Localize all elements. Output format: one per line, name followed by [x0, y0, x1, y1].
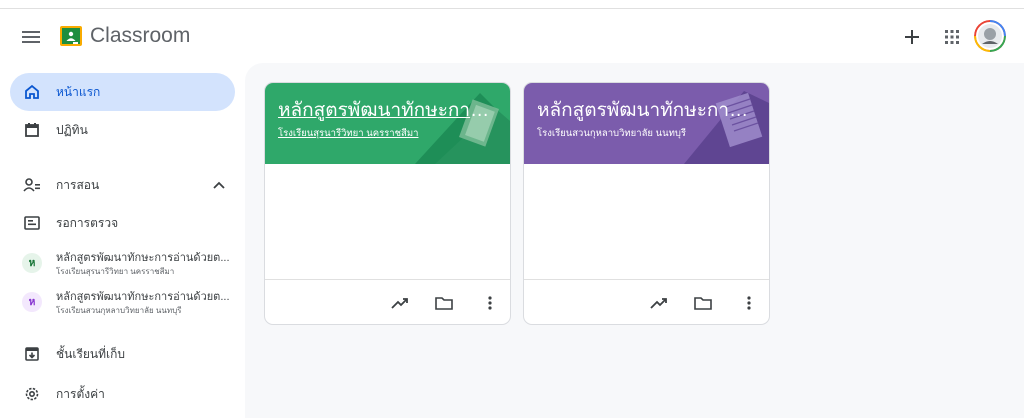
- class-initial-badge: ห: [22, 253, 42, 273]
- chevron-up-icon[interactable]: [211, 177, 227, 193]
- card-banner[interactable]: หลักสูตรพัฒนาทักษะการอ่... โรงเรียนสวนกุ…: [524, 83, 769, 164]
- open-folder-button[interactable]: [690, 290, 716, 316]
- menu-icon: [22, 31, 40, 43]
- class-initial-badge: ห: [22, 292, 42, 312]
- card-title[interactable]: หลักสูตรพัฒนาทักษะการอ่...: [278, 95, 498, 125]
- main-menu-button[interactable]: [18, 24, 44, 50]
- sidebar-item-calendar[interactable]: ปฏิทิน: [10, 111, 235, 149]
- sidebar: หน้าแรก ปฏิทิน การสอน รอการตรวจ ห หลักสู…: [0, 63, 245, 418]
- account-avatar[interactable]: [974, 20, 1006, 52]
- sidebar-item-label: ปฏิทิน: [56, 122, 88, 137]
- class-name: หลักสูตรพัฒนาทักษะการอ่านด้วยต...: [56, 252, 230, 264]
- open-progress-button[interactable]: [387, 290, 413, 316]
- sidebar-item-label: รอการตรวจ: [56, 215, 119, 230]
- card-divider: [265, 279, 510, 280]
- sidebar-class-item[interactable]: ห หลักสูตรพัฒนาทักษะการอ่านด้วยต... โรงเ…: [10, 282, 235, 322]
- class-school: โรงเรียนสุรนารีวิทยา นครราชสีมา: [56, 267, 175, 276]
- sidebar-section-teaching[interactable]: การสอน: [10, 166, 235, 204]
- trending-up-icon: [650, 298, 667, 309]
- sidebar-item-label: การตั้งค่า: [56, 386, 105, 401]
- sidebar-section-label: การสอน: [56, 177, 100, 192]
- class-card[interactable]: หลักสูตรพัฒนาทักษะการอ่... โรงเรียนสวนกุ…: [523, 82, 770, 325]
- review-icon: [22, 213, 42, 233]
- class-card-grid: หลักสูตรพัฒนาทักษะการอ่... โรงเรียนสุรนา…: [245, 63, 1024, 418]
- more-vert-icon: [488, 296, 492, 310]
- card-school[interactable]: โรงเรียนสุรนารีวิทยา นครราชสีมา: [278, 126, 498, 141]
- plus-icon: [905, 30, 919, 44]
- more-vert-icon: [747, 296, 751, 310]
- gear-icon: [22, 384, 42, 404]
- card-school[interactable]: โรงเรียนสวนกุหลาบวิทยาลัย นนทบุรี: [537, 126, 757, 141]
- folder-icon: [435, 297, 453, 310]
- calendar-icon: [22, 120, 42, 140]
- sidebar-item-to-review[interactable]: รอการตรวจ: [10, 204, 235, 242]
- class-name: หลักสูตรพัฒนาทักษะการอ่านด้วยต...: [56, 291, 230, 303]
- create-join-button[interactable]: [898, 23, 926, 51]
- card-more-options-button[interactable]: [736, 290, 762, 316]
- app-title[interactable]: Classroom: [90, 24, 190, 48]
- card-title[interactable]: หลักสูตรพัฒนาทักษะการอ่...: [537, 95, 757, 125]
- home-icon: [22, 82, 42, 102]
- trending-up-icon: [391, 298, 408, 309]
- card-more-options-button[interactable]: [477, 290, 503, 316]
- sidebar-class-item[interactable]: ห หลักสูตรพัฒนาทักษะการอ่านด้วยต... โรงเ…: [10, 243, 235, 283]
- sidebar-item-home[interactable]: หน้าแรก: [10, 73, 235, 111]
- sidebar-item-settings[interactable]: การตั้งค่า: [10, 375, 235, 413]
- card-divider: [524, 279, 769, 280]
- apps-grid-icon: [945, 30, 959, 44]
- google-apps-button[interactable]: [938, 23, 966, 51]
- open-progress-button[interactable]: [646, 290, 672, 316]
- card-banner[interactable]: หลักสูตรพัฒนาทักษะการอ่... โรงเรียนสุรนา…: [265, 83, 510, 164]
- sidebar-item-label: หน้าแรก: [56, 84, 101, 99]
- people-icon: [22, 175, 42, 195]
- class-school: โรงเรียนสวนกุหลาบวิทยาลัย นนทบุรี: [56, 306, 182, 315]
- open-folder-button[interactable]: [431, 290, 457, 316]
- sidebar-item-archived[interactable]: ชั้นเรียนที่เก็บ: [10, 335, 235, 373]
- app-header: Classroom: [0, 9, 1024, 63]
- folder-icon: [694, 297, 712, 310]
- archive-icon: [22, 344, 42, 364]
- class-card[interactable]: หลักสูตรพัฒนาทักษะการอ่... โรงเรียนสุรนา…: [264, 82, 511, 325]
- sidebar-item-label: ชั้นเรียนที่เก็บ: [56, 346, 126, 361]
- classroom-logo[interactable]: [60, 26, 82, 46]
